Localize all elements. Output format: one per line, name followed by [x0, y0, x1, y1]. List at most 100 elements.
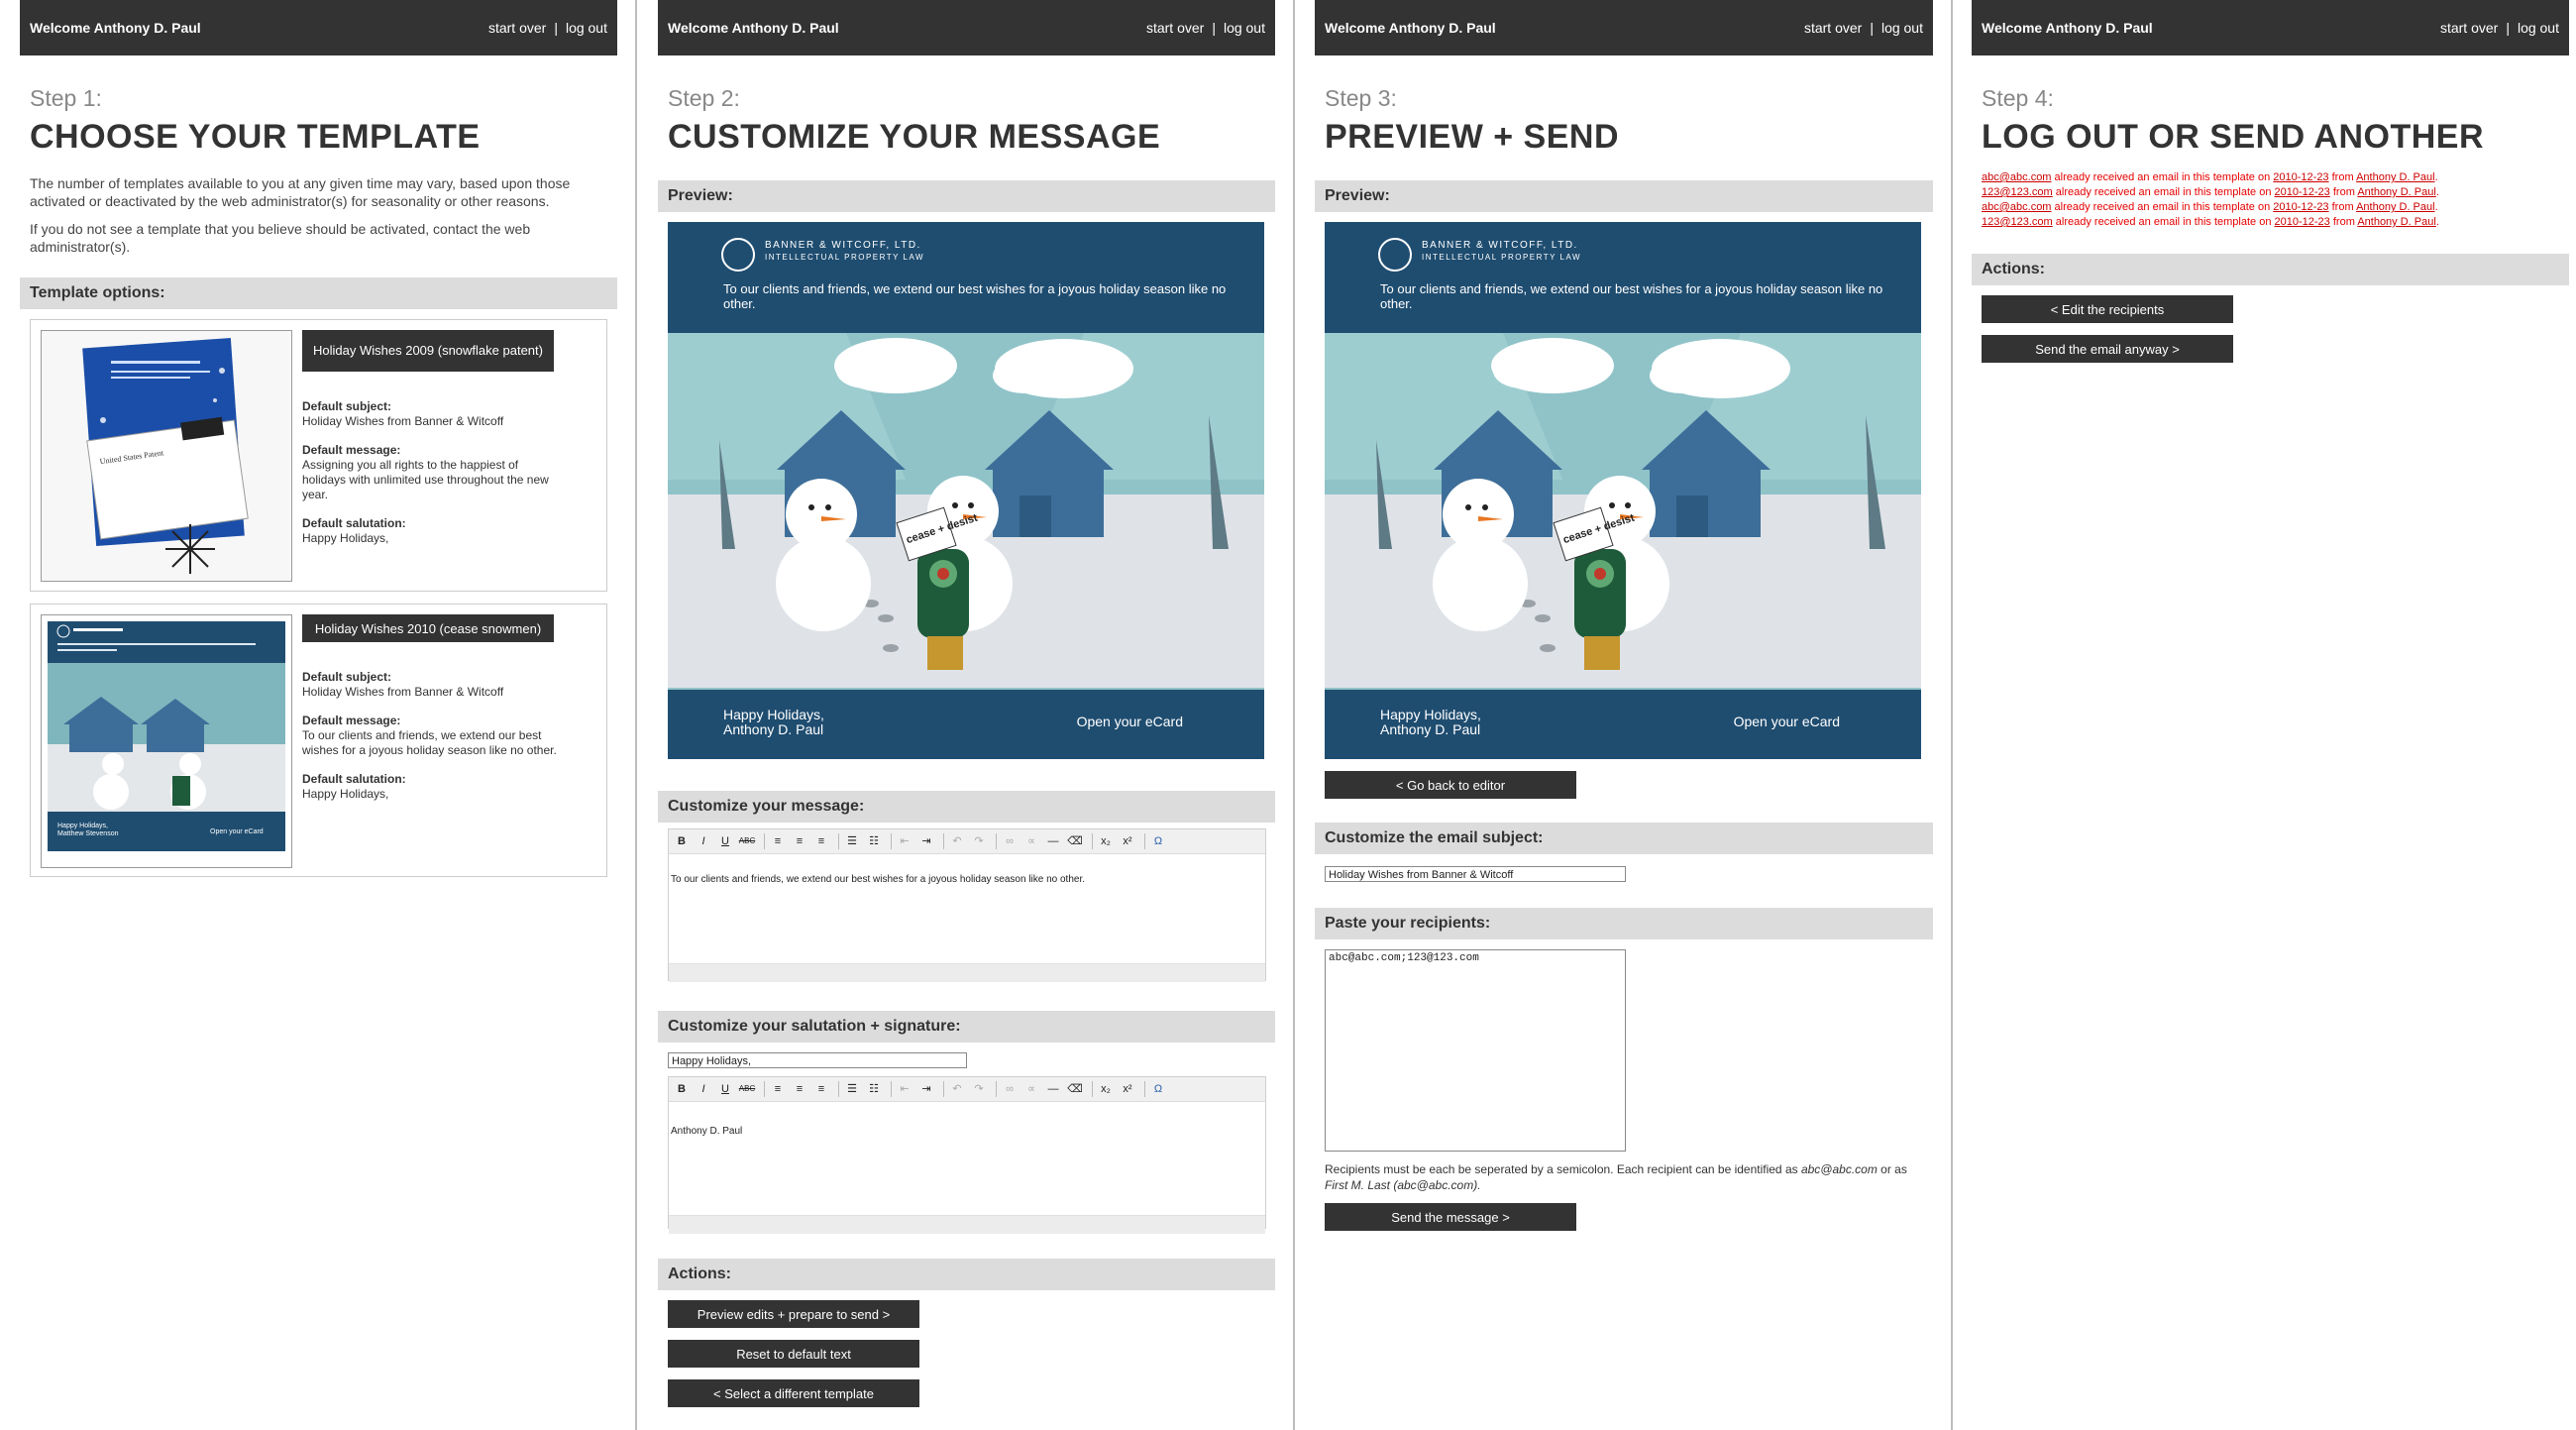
open-ecard-link[interactable]: Open your eCard	[1734, 714, 1840, 729]
bullet-list-icon[interactable]: ☰	[843, 832, 861, 850]
redo-button[interactable]: ↷	[970, 1080, 988, 1098]
start-over-link[interactable]: start over	[488, 20, 546, 36]
select-template-button[interactable]: Holiday Wishes 2009 (snowflake patent)	[302, 330, 554, 372]
indent-icon[interactable]: ⇥	[917, 1080, 935, 1098]
log-out-link[interactable]: log out	[566, 20, 607, 36]
column-divider	[635, 0, 637, 1430]
select-template-button[interactable]: Holiday Wishes 2010 (cease snowmen)	[302, 614, 554, 642]
preview-edits-button[interactable]: Preview edits + prepare to send >	[668, 1300, 919, 1328]
template-option[interactable]: Happy Holidays, Matthew Stevenson Open y…	[30, 604, 607, 877]
italic-button[interactable]: I	[695, 1080, 712, 1098]
error-sender-link[interactable]: Anthony D. Paul	[2356, 171, 2435, 183]
ecard-preview: cease + desist BANNER & WITCOFF, LTD. IN…	[668, 222, 1264, 759]
send-message-button[interactable]: Send the message >	[1325, 1203, 1576, 1231]
error-date-link[interactable]: 2010-12-23	[2275, 216, 2330, 228]
ecard-greeting: Happy Holidays, Anthony D. Paul	[1380, 708, 1481, 737]
send-anyway-button[interactable]: Send the email anyway >	[1982, 335, 2233, 363]
outdent-icon[interactable]: ⇤	[896, 832, 913, 850]
subscript-button[interactable]: x₂	[1097, 1080, 1115, 1098]
bullet-list-icon[interactable]: ☰	[843, 1080, 861, 1098]
intro-paragraph: If you do not see a template that you be…	[30, 221, 531, 255]
eraser-icon[interactable]: ⌫	[1066, 1080, 1084, 1098]
welcome-text: Welcome Anthony D. Paul	[30, 20, 201, 36]
superscript-button[interactable]: x²	[1119, 832, 1136, 850]
signature-text[interactable]: Anthony D. Paul	[669, 1120, 1265, 1215]
error-date-link[interactable]: 2010-12-23	[2275, 186, 2330, 198]
unlink-icon[interactable]: ∝	[1022, 1080, 1040, 1098]
link-icon[interactable]: ∞	[1001, 832, 1019, 850]
undo-button[interactable]: ↶	[948, 1080, 966, 1098]
error-email-link[interactable]: abc@abc.com	[1982, 171, 2051, 183]
recipients-textarea[interactable]: abc@abc.com;123@123.com	[1325, 949, 1626, 1152]
italic-button[interactable]: I	[695, 832, 712, 850]
toolbar-divider	[943, 1081, 944, 1097]
email-subject-header: Customize the email subject:	[1315, 823, 1933, 854]
align-right-icon[interactable]: ≡	[812, 1080, 830, 1098]
salutation-label: Default salutation:	[302, 772, 406, 786]
toolbar-divider	[996, 833, 997, 849]
salutation-input[interactable]: Happy Holidays,	[668, 1052, 967, 1068]
error-text: already received an email in this templa…	[2052, 216, 2275, 228]
unlink-icon[interactable]: ∝	[1022, 832, 1040, 850]
back-to-editor-button[interactable]: < Go back to editor	[1325, 771, 1576, 799]
message-label: Default message:	[302, 443, 401, 457]
message-editor[interactable]: B I U ABC ≡ ≡ ≡ ☰ ☷ ⇤ ⇥ ↶ ↷ ∞ ∝ — ⌫ x₂ x…	[668, 828, 1266, 982]
align-right-icon[interactable]: ≡	[812, 832, 830, 850]
bold-button[interactable]: B	[673, 832, 691, 850]
start-over-link[interactable]: start over	[1146, 20, 1204, 36]
select-template-button[interactable]: < Select a different template	[668, 1379, 919, 1407]
template-option[interactable]: United States Patent Holiday Wishes 2009…	[30, 319, 607, 592]
message-text[interactable]: To our clients and friends, we extend ou…	[669, 868, 1265, 963]
outdent-icon[interactable]: ⇤	[896, 1080, 913, 1098]
subscript-button[interactable]: x₂	[1097, 832, 1115, 850]
link-separator: |	[1870, 20, 1874, 36]
horizontal-rule-button[interactable]: —	[1044, 1080, 1062, 1098]
start-over-link[interactable]: start over	[1804, 20, 1862, 36]
error-sender-link[interactable]: Anthony D. Paul	[2357, 186, 2436, 198]
log-out-link[interactable]: log out	[2518, 20, 2559, 36]
link-icon[interactable]: ∞	[1001, 1080, 1019, 1098]
subject-label: Default subject:	[302, 670, 392, 684]
underline-button[interactable]: U	[716, 832, 734, 850]
underline-button[interactable]: U	[716, 1080, 734, 1098]
error-sender-link[interactable]: Anthony D. Paul	[2356, 201, 2435, 213]
eraser-icon[interactable]: ⌫	[1066, 832, 1084, 850]
numbered-list-icon[interactable]: ☷	[865, 1080, 883, 1098]
log-out-link[interactable]: log out	[1224, 20, 1265, 36]
special-character-button[interactable]: Ω	[1149, 1080, 1167, 1098]
error-sender-link[interactable]: Anthony D. Paul	[2357, 216, 2436, 228]
error-date-link[interactable]: 2010-12-23	[2273, 201, 2328, 213]
bold-button[interactable]: B	[673, 1080, 691, 1098]
start-over-link[interactable]: start over	[2440, 20, 2498, 36]
indent-icon[interactable]: ⇥	[917, 832, 935, 850]
superscript-button[interactable]: x²	[1119, 1080, 1136, 1098]
align-center-icon[interactable]: ≡	[791, 1080, 808, 1098]
strikethrough-button[interactable]: ABC	[738, 1080, 756, 1098]
step-number: Step 4:	[1982, 85, 2054, 111]
align-center-icon[interactable]: ≡	[791, 832, 808, 850]
numbered-list-icon[interactable]: ☷	[865, 832, 883, 850]
align-left-icon[interactable]: ≡	[769, 832, 787, 850]
align-left-icon[interactable]: ≡	[769, 1080, 787, 1098]
edit-recipients-button[interactable]: < Edit the recipients	[1982, 295, 2233, 323]
undo-button[interactable]: ↶	[948, 832, 966, 850]
error-email-link[interactable]: 123@123.com	[1982, 216, 2053, 228]
open-ecard-link[interactable]: Open your eCard	[1077, 714, 1183, 729]
strikethrough-button[interactable]: ABC	[738, 832, 756, 850]
ecard-logo: BANNER & WITCOFF, LTD. INTELLECTUAL PROP…	[1378, 238, 1581, 272]
signature-editor[interactable]: B I U ABC ≡ ≡ ≡ ☰ ☷ ⇤ ⇥ ↶ ↷ ∞ ∝ — ⌫ x₂ x…	[668, 1076, 1266, 1234]
template-thumbnail[interactable]: Happy Holidays, Matthew Stevenson Open y…	[41, 614, 292, 868]
error-email-link[interactable]: 123@123.com	[1982, 186, 2053, 198]
reset-default-button[interactable]: Reset to default text	[668, 1340, 919, 1368]
message-label: Default message:	[302, 714, 401, 727]
email-subject-input[interactable]: Holiday Wishes from Banner & Witcoff	[1325, 866, 1626, 882]
error-email-link[interactable]: abc@abc.com	[1982, 201, 2051, 213]
log-out-link[interactable]: log out	[1881, 20, 1923, 36]
redo-button[interactable]: ↷	[970, 832, 988, 850]
template-thumbnail[interactable]: United States Patent	[41, 330, 292, 582]
error-date-link[interactable]: 2010-12-23	[2273, 171, 2328, 183]
horizontal-rule-button[interactable]: —	[1044, 832, 1062, 850]
subject-value: Holiday Wishes from Banner & Witcoff	[302, 414, 504, 428]
special-character-button[interactable]: Ω	[1149, 832, 1167, 850]
toolbar-divider	[1144, 1081, 1145, 1097]
